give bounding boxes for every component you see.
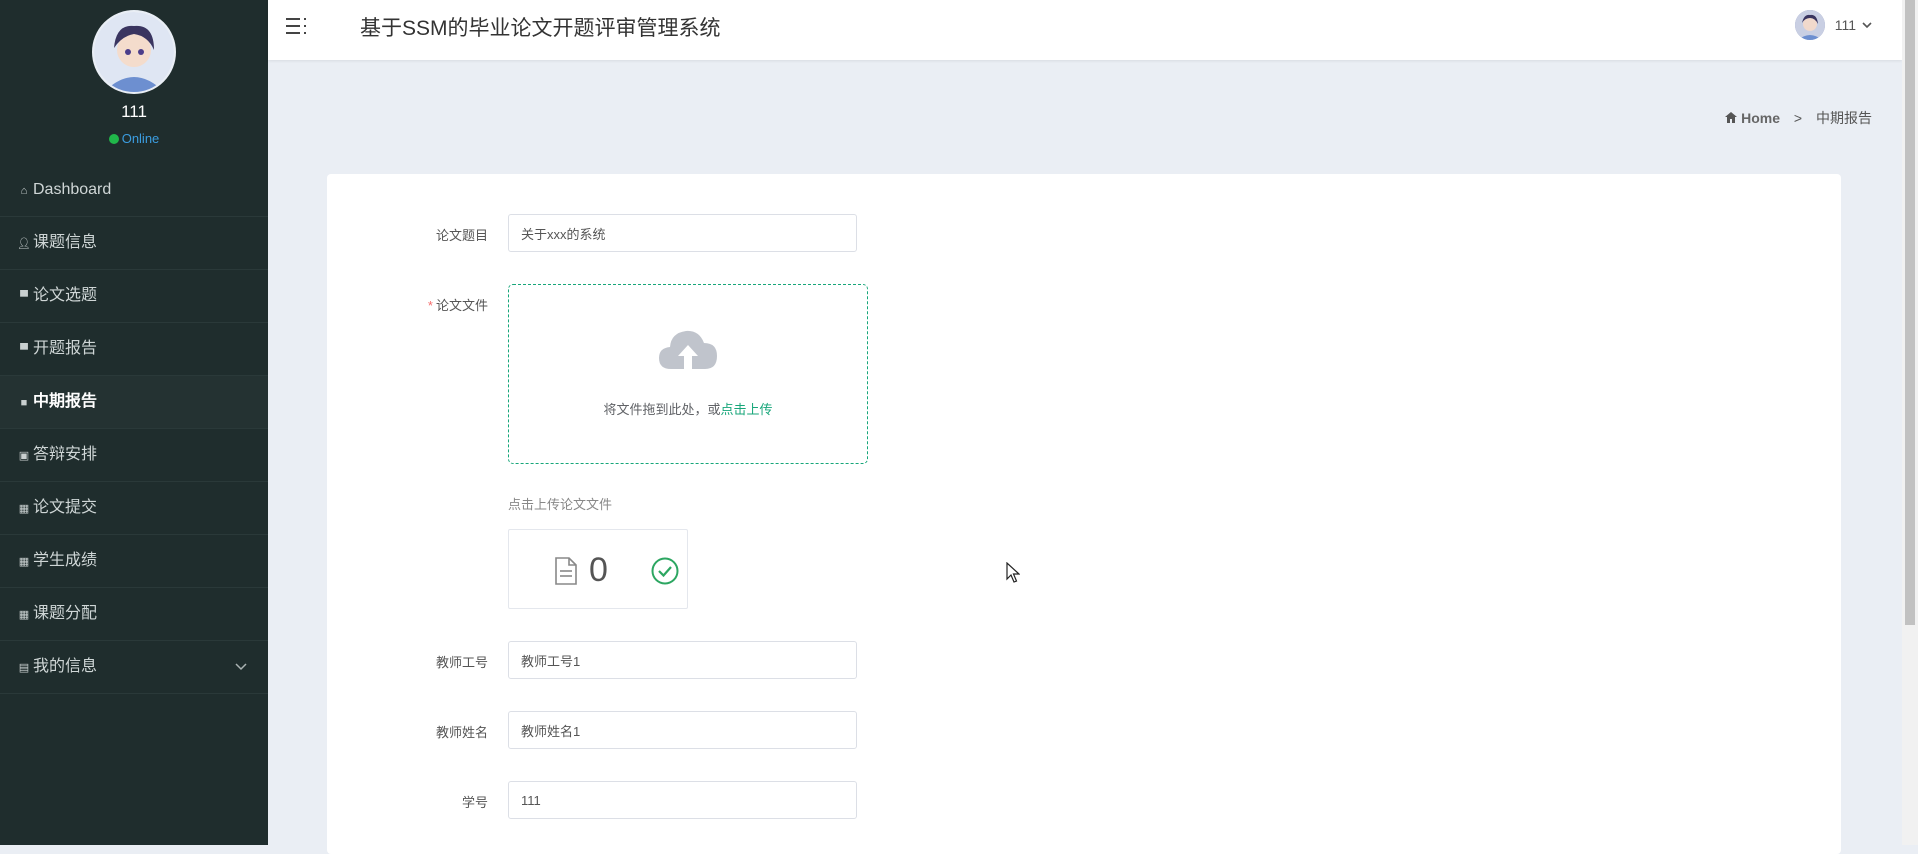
teacher-id-label: 教师工号 — [435, 655, 488, 670]
sidebar-item-label: 我的信息 — [33, 658, 98, 675]
teacher-name-input[interactable] — [508, 711, 857, 749]
sidebar-item-thesis-selection[interactable]: ▀ 论文选题 — [0, 270, 268, 323]
sidebar-user-name: 111 — [121, 102, 147, 121]
student-id-input[interactable] — [508, 781, 857, 819]
sidebar-item-my-info[interactable]: ▤ 我的信息 — [0, 641, 268, 694]
app-title: 基于SSM的毕业论文开题评审管理系统 — [360, 17, 721, 40]
upload-drag-text: 将文件拖到此处，或 — [603, 402, 721, 417]
avatar[interactable] — [92, 10, 176, 94]
thesis-file-label: * 论文文件 — [368, 295, 488, 314]
user-dropdown[interactable]: 111 — [1794, 10, 1872, 40]
top-header: 基于SSM的毕业论文开题评审管理系统 111 — [268, 0, 1902, 60]
sidebar-item-label: 答辩安排 — [33, 446, 98, 463]
lock-icon: ■ — [20, 397, 28, 409]
upload-tip: 点击上传论文文件 — [508, 497, 613, 512]
sidebar-item-label: 课题信息 — [33, 234, 98, 251]
chevron-down-icon — [1862, 18, 1872, 32]
required-mark: * — [427, 298, 433, 313]
mouse-cursor-icon — [1006, 561, 1021, 589]
grid-icon: ▦ — [18, 503, 30, 515]
sidebar-item-topic-info[interactable]: 👤︎ 课题信息 — [0, 217, 268, 270]
file-count: 0 — [589, 551, 608, 589]
sidebar-item-label: 学生成绩 — [33, 552, 98, 569]
home-icon — [1725, 110, 1741, 126]
breadcrumb-separator: > — [1793, 110, 1803, 126]
checkbox-icon: ▣ — [18, 450, 30, 462]
scrollbar-thumb[interactable] — [1905, 0, 1915, 625]
sidebar-item-label: 论文选题 — [33, 287, 98, 304]
header-avatar — [1794, 10, 1825, 40]
monitor-icon: ▀ — [20, 291, 28, 303]
sidebar-item-dashboard[interactable]: ⌂ Dashboard — [0, 164, 268, 217]
check-circle-icon — [651, 557, 679, 590]
upload-instructions: 将文件拖到此处，或点击上传 — [509, 399, 867, 418]
uploaded-file-item[interactable]: 0 — [508, 529, 688, 609]
sidebar-item-label: Dashboard — [33, 181, 112, 198]
vertical-scrollbar[interactable] — [1902, 0, 1918, 845]
thesis-file-label-text: 论文文件 — [435, 298, 488, 313]
sidebar-item-label: 论文提交 — [33, 499, 98, 516]
thesis-title-input[interactable] — [508, 214, 857, 252]
menu-toggle-icon[interactable] — [286, 16, 308, 42]
sidebar-item-proposal-report[interactable]: ▀ 开题报告 — [0, 323, 268, 376]
sidebar-item-topic-assignment[interactable]: ▦ 课题分配 — [0, 588, 268, 641]
breadcrumb: Home > 中期报告 — [1725, 108, 1872, 128]
upload-click-link[interactable]: 点击上传 — [721, 402, 773, 417]
file-upload-dropzone[interactable]: 将文件拖到此处，或点击上传 — [508, 284, 868, 464]
user-icon: 👤︎ — [17, 238, 31, 250]
online-status-text: Online — [121, 131, 160, 146]
document-icon — [554, 557, 578, 590]
teacher-id-input[interactable] — [508, 641, 857, 679]
sidebar: 111 Online ⌂ Dashboard 👤︎ 课题信息 ▀ 论文选题 ▀ 开题报告… — [0, 0, 268, 845]
folder-icon: ▤ — [18, 662, 30, 674]
thesis-title-label: 论文题目 — [435, 228, 488, 243]
sidebar-menu: ⌂ Dashboard 👤︎ 课题信息 ▀ 论文选题 ▀ 开题报告 ■ 中期报告 ▣ 答辩安… — [0, 164, 268, 694]
sidebar-item-thesis-submission[interactable]: ▦ 论文提交 — [0, 482, 268, 535]
sidebar-item-student-grades[interactable]: ▦ 学生成绩 — [0, 535, 268, 588]
teacher-name-label: 教师姓名 — [435, 725, 488, 740]
sidebar-item-midterm-report[interactable]: ■ 中期报告 — [0, 376, 268, 429]
online-status: Online — [0, 131, 268, 146]
breadcrumb-current: 中期报告 — [1816, 110, 1872, 126]
cloud-upload-icon — [657, 325, 719, 376]
sidebar-item-label: 课题分配 — [33, 605, 98, 622]
chevron-down-icon — [234, 641, 248, 714]
home-icon: ⌂ — [20, 185, 28, 197]
online-dot-icon — [108, 134, 119, 144]
grid-icon: ▦ — [18, 609, 30, 621]
student-id-label: 学号 — [461, 795, 488, 810]
sidebar-item-defense-schedule[interactable]: ▣ 答辩安排 — [0, 429, 268, 482]
sidebar-item-label: 开题报告 — [33, 340, 98, 357]
header-user-name: 111 — [1834, 17, 1856, 33]
comment-icon: ▀ — [20, 344, 28, 356]
sidebar-item-label: 中期报告 — [33, 393, 98, 410]
breadcrumb-home-link[interactable]: Home — [1741, 110, 1780, 126]
grid-icon: ▦ — [18, 556, 30, 568]
form-card: 论文题目 *论文文件 将文件拖到此处，或点击上传 点击上传论文文件 0 — [327, 174, 1841, 854]
